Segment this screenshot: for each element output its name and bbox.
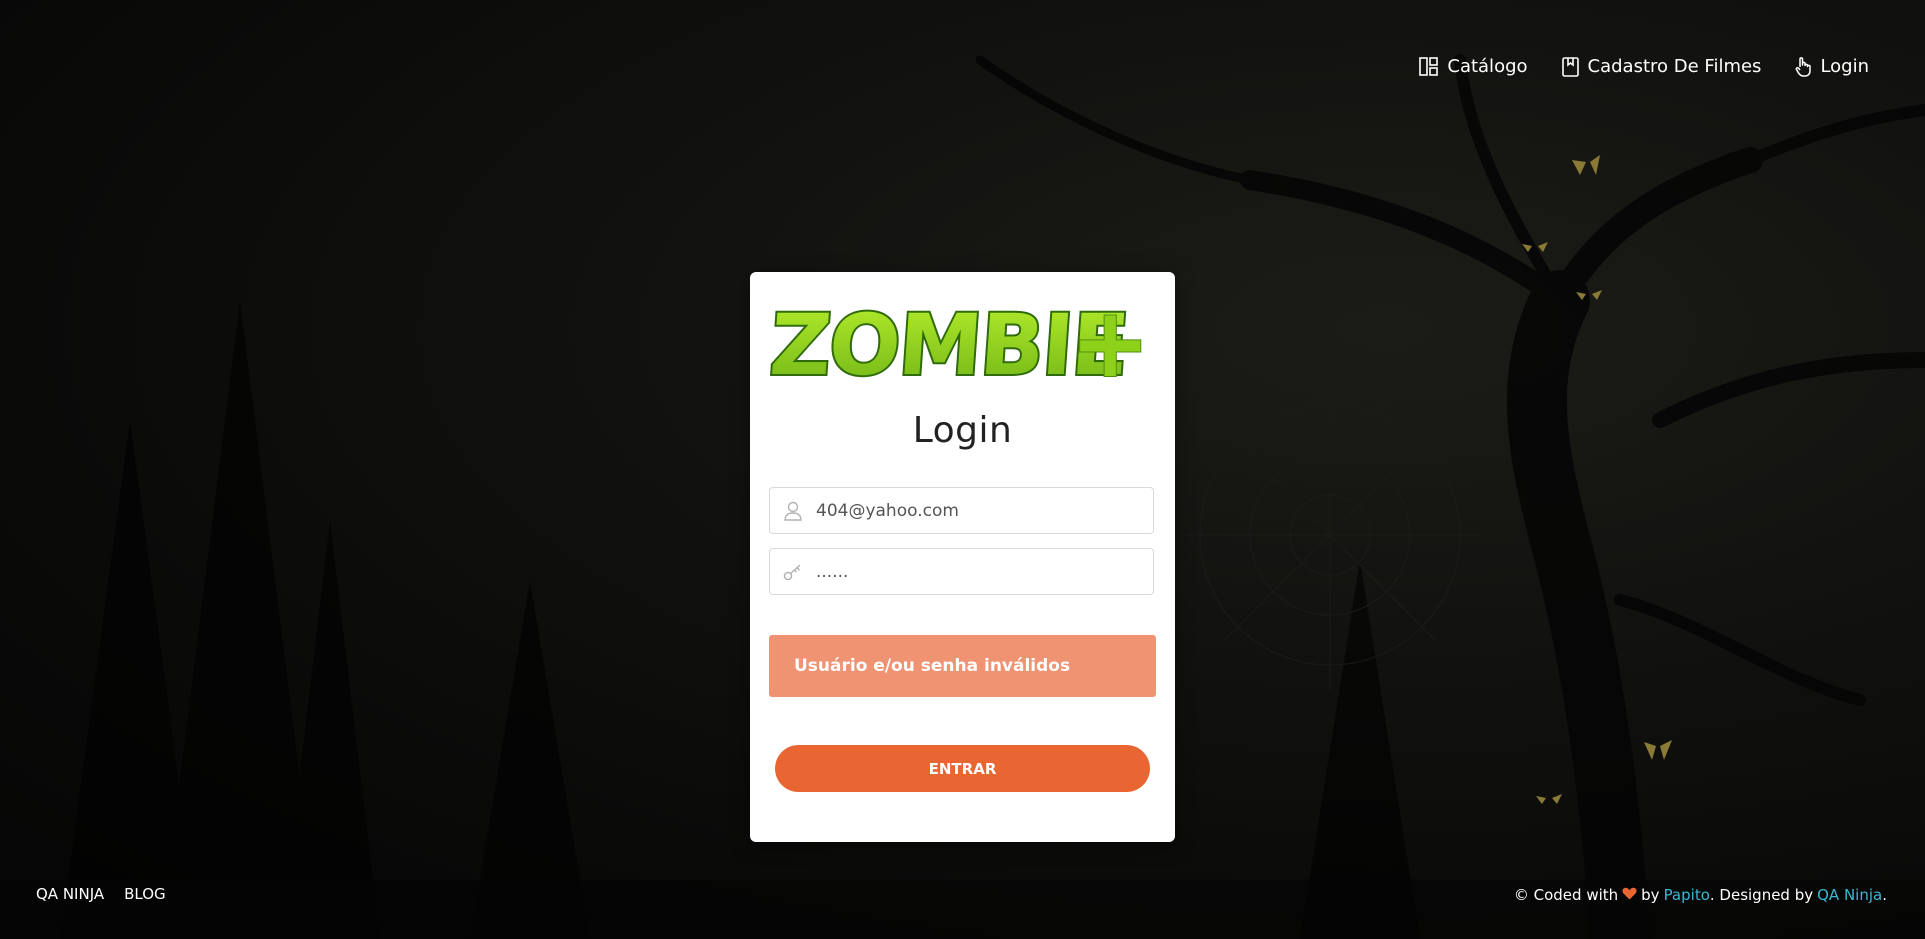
- footer-link-qa-ninja[interactable]: QA NINJA: [36, 885, 104, 903]
- designer-link[interactable]: QA Ninja: [1817, 886, 1882, 904]
- bookmark-icon: [1561, 56, 1579, 77]
- catalog-grid-icon: [1419, 57, 1439, 76]
- email-field[interactable]: [769, 487, 1154, 534]
- nav-catalog-label: Catálogo: [1447, 56, 1528, 77]
- email-input[interactable]: [816, 500, 1136, 521]
- page-title: Login: [912, 410, 1013, 451]
- submit-button[interactable]: ENTRAR: [775, 745, 1150, 792]
- user-icon: [770, 501, 816, 521]
- top-nav: Catálogo Cadastro De Filmes Login: [1419, 56, 1869, 77]
- pointer-hand-icon: [1795, 56, 1812, 77]
- designed-prefix: . Designed by: [1709, 886, 1814, 904]
- login-card: ZOMBIE + Login Usuário e/ou senha inváli…: [750, 272, 1175, 842]
- key-icon: [770, 563, 816, 581]
- credit-prefix: © Coded with: [1513, 886, 1619, 904]
- nav-register-movies-link[interactable]: Cadastro De Filmes: [1561, 56, 1762, 77]
- heart-icon: [1622, 886, 1637, 904]
- password-input[interactable]: [816, 561, 1136, 582]
- footer-link-blog[interactable]: BLOG: [124, 885, 166, 903]
- nav-login-link[interactable]: Login: [1795, 56, 1869, 77]
- nav-login-label: Login: [1820, 56, 1869, 77]
- nav-catalog-link[interactable]: Catálogo: [1419, 56, 1528, 77]
- credit-suffix: .: [1882, 886, 1887, 904]
- credit-by: by: [1641, 886, 1660, 904]
- error-alert: Usuário e/ou senha inválidos: [769, 635, 1156, 697]
- zombie-plus-logo: ZOMBIE +: [770, 294, 1151, 394]
- footer-credits: © Coded with by Papito. Designed by QA N…: [1514, 886, 1887, 904]
- footer-links: QA NINJA BLOG: [36, 885, 166, 903]
- author-link[interactable]: Papito: [1664, 886, 1710, 904]
- password-field[interactable]: [769, 548, 1154, 595]
- logo-plus: +: [1070, 294, 1150, 394]
- nav-register-movies-label: Cadastro De Filmes: [1587, 56, 1762, 77]
